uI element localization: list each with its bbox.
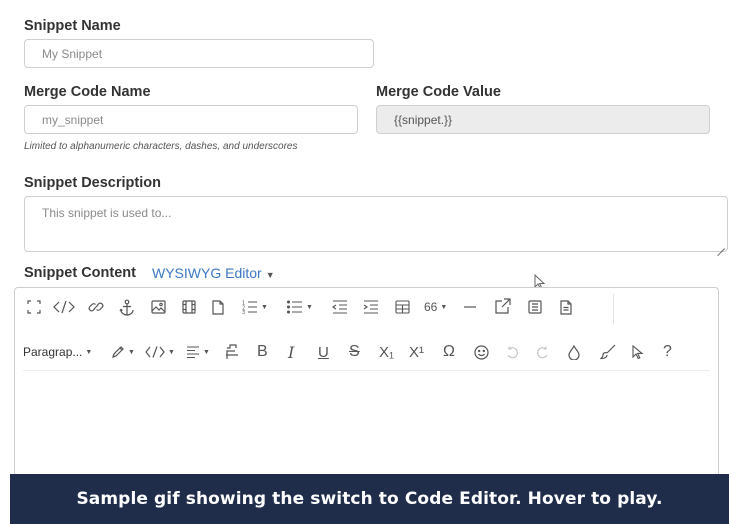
superscript-icon: X¹ [409,343,424,361]
file-icon[interactable] [212,295,224,319]
snippet-content-label: Snippet Content [24,265,136,281]
clear-formatting-icon[interactable] [568,340,580,364]
snippet-name-input[interactable]: My Snippet [24,39,374,68]
omega-icon: Ω [443,343,455,360]
caret-down-icon: ▼ [440,303,448,311]
snippet-description-label: Snippet Description [24,175,161,191]
paragraph-format-dropdown[interactable]: Paragrap... ▼ [23,340,92,364]
ordered-list-icon[interactable]: 123 ▼ [242,295,268,319]
image-icon[interactable] [151,295,166,319]
subscript-button[interactable]: X₁ [379,340,394,364]
bold-icon: B [257,343,268,360]
paragraph-format-label: Paragrap... [23,345,83,359]
editor-content-area[interactable] [15,372,718,486]
underline-icon: U [318,343,329,361]
italic-icon: I [288,342,295,362]
document-icon[interactable] [560,295,572,319]
video-icon[interactable] [182,295,196,319]
strikethrough-icon: S [349,343,360,360]
emoticon-icon[interactable] [474,340,489,364]
snippet-name-placeholder: My Snippet [42,46,103,61]
heading-level: 66 [424,300,438,314]
brush-icon[interactable] [600,340,616,364]
caret-down-icon: ▼ [265,270,275,280]
fullscreen-icon[interactable] [27,295,41,319]
subscript-icon: X₁ [379,343,395,361]
toolbar-row-2: Paragrap... ▼ ▼ ▼ ▼ B I U S X₁ X¹ Ω ? [15,333,718,371]
toolbar-divider [613,294,614,324]
merge-code-value-field: {{snippet.}} [376,105,710,134]
undo-icon[interactable] [506,340,519,364]
svg-text:3: 3 [242,310,245,314]
external-link-icon[interactable] [495,294,511,318]
table-icon[interactable] [395,295,410,319]
toolbar-separator [23,370,710,371]
superscript-button[interactable]: X¹ [409,340,424,364]
link-icon[interactable] [88,295,104,319]
template-icon[interactable] [528,295,542,319]
strikethrough-button[interactable]: S [349,340,360,364]
special-characters-button[interactable]: Ω [443,340,455,364]
italic-button[interactable]: I [288,340,294,364]
resize-grip-icon[interactable] [717,241,725,249]
caret-down-icon: ▼ [128,348,135,356]
heading-dropdown[interactable]: 66 ▼ [424,295,447,319]
merge-code-hint: Limited to alphanumeric characters, dash… [24,141,298,152]
wysiwyg-editor[interactable]: 123 ▼ ▼ 66 ▼ Paragrap... ▼ ▼ ▼ ▼ B I U S… [14,287,719,487]
help-button[interactable]: ? [663,340,672,364]
outdent-icon[interactable] [332,295,348,319]
underline-button[interactable]: U [318,340,329,364]
caret-down-icon: ▼ [168,348,175,356]
horizontal-rule-icon[interactable] [463,295,477,319]
inline-code-icon[interactable]: ▼ [145,340,175,364]
snippet-description-placeholder: This snippet is used to... [42,206,172,220]
pen-icon[interactable]: ▼ [111,340,135,364]
editor-mode-label: WYSIWYG Editor [152,265,262,281]
code-view-icon[interactable] [53,295,75,319]
help-icon: ? [663,343,672,360]
gif-caption-banner: Sample gif showing the switch to Code Ed… [10,474,729,524]
caret-down-icon: ▼ [203,348,210,356]
merge-code-name-label: Merge Code Name [24,84,151,100]
redo-icon[interactable] [536,340,549,364]
unordered-list-icon[interactable]: ▼ [287,295,313,319]
snippet-name-label: Snippet Name [24,18,121,34]
indent-icon[interactable] [363,295,379,319]
align-icon[interactable]: ▼ [186,340,210,364]
caret-down-icon: ▼ [306,303,313,311]
merge-code-value-label: Merge Code Value [376,84,501,100]
editor-mode-dropdown[interactable]: WYSIWYG Editor ▼ [152,265,275,281]
caret-down-icon: ▼ [261,303,268,311]
anchor-icon[interactable] [119,295,135,319]
select-pointer-icon[interactable] [632,340,644,364]
snippet-description-textarea[interactable]: This snippet is used to... [24,196,728,252]
gif-caption-text: Sample gif showing the switch to Code Ed… [76,489,663,509]
merge-code-value-text: {{snippet.}} [394,112,453,127]
bold-button[interactable]: B [257,340,268,364]
format-painter-icon[interactable] [225,340,239,364]
merge-code-name-placeholder: my_snippet [42,112,104,127]
merge-code-name-input[interactable]: my_snippet [24,105,358,134]
caret-down-icon: ▼ [85,348,93,356]
